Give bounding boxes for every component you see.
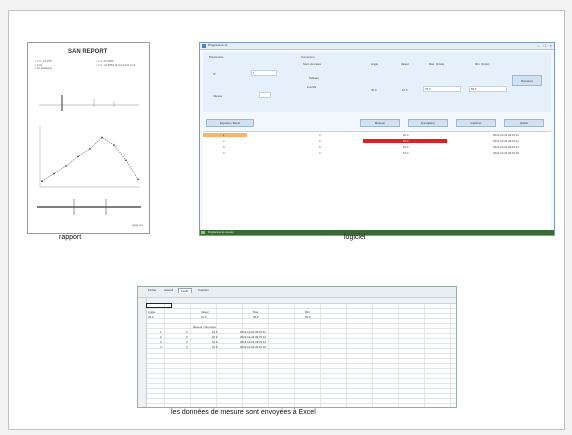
- ribbon-tab[interactable]: Fichier: [146, 288, 158, 292]
- window-titlebar: Programme v1 – □ ×: [200, 43, 554, 50]
- cell[interactable]: 10.0: [201, 315, 206, 319]
- cell[interactable]: Max: [253, 310, 258, 314]
- cell[interactable]: 2: [160, 335, 162, 339]
- cell[interactable]: Min: [305, 310, 310, 314]
- data-point: [113, 144, 115, 146]
- channel-cell: 3: [319, 151, 321, 155]
- time-cell: 2013-10-24 09:15:15: [493, 151, 519, 155]
- tab-sheet[interactable]: Feuil1: [178, 288, 192, 293]
- field-label: N°: [213, 72, 217, 76]
- row-headers: [138, 298, 147, 407]
- quit-button[interactable]: Quitter: [504, 119, 544, 127]
- report-info-left: • Y-1 : 21.075 • 1:10 • 10.10/ab/eg: [35, 59, 52, 71]
- settings-panel: Paramètres N° 1 Vitesse Connexion Sans d…: [203, 52, 551, 112]
- cell[interactable]: Valeur: [201, 310, 209, 314]
- caption-excel: les données de mesure sont envoyées à Ex…: [171, 409, 316, 416]
- cell[interactable]: 1: [160, 330, 162, 334]
- cell[interactable]: 4: [160, 345, 162, 349]
- cell[interactable]: Mesure / Données: [193, 325, 216, 329]
- cell[interactable]: 3: [186, 345, 188, 349]
- cell[interactable]: 3: [186, 330, 188, 334]
- cell[interactable]: 3: [186, 340, 188, 344]
- series-line: [41, 137, 139, 182]
- data-point: [53, 172, 55, 175]
- export-excel-button[interactable]: Exporter / Excel: [206, 119, 254, 127]
- cell[interactable]: 3: [160, 340, 162, 344]
- start-button[interactable]: [201, 231, 205, 234]
- cell[interactable]: 2013-10-24 09:15:12: [240, 335, 266, 339]
- column-header: Angle: [371, 62, 379, 66]
- cell[interactable]: 55.0: [305, 315, 310, 319]
- field-label: Vitesse: [213, 94, 223, 98]
- radio-option[interactable]: Sans données: [303, 62, 321, 66]
- report-info-right: • Y-1: 47.9393 • Y-1 : 11.6553 (3.0,4.0,…: [96, 59, 136, 67]
- ribbon-tab[interactable]: Accueil: [162, 288, 175, 292]
- group-label: Paramètres: [209, 55, 224, 59]
- report-page-number: page 1/1: [132, 223, 143, 227]
- table-row[interactable]: 4 3 10.0 2013-10-24 09:15:15: [203, 150, 551, 156]
- radio-option[interactable]: Tableau: [309, 76, 319, 80]
- data-point: [137, 178, 139, 181]
- cell[interactable]: 10.0: [212, 345, 217, 349]
- caption-software: logiciel: [344, 234, 366, 241]
- data-point: [65, 165, 67, 167]
- maximize-icon[interactable]: □: [544, 43, 546, 48]
- cell[interactable]: 10.0: [212, 335, 217, 339]
- data-point: [77, 155, 79, 158]
- caption-report: rapport: [59, 234, 82, 241]
- cell[interactable]: 3: [186, 335, 188, 339]
- number-field[interactable]: 1: [251, 70, 277, 76]
- speed-field[interactable]: [259, 92, 271, 98]
- cell[interactable]: 35.0: [253, 315, 258, 319]
- cell[interactable]: 2013-10-24 09:15:14: [240, 340, 266, 344]
- cell[interactable]: 10.0: [212, 330, 217, 334]
- column-header: Min. (limite): [475, 62, 490, 66]
- report-angle-diagram: [39, 95, 139, 111]
- app-icon: [202, 44, 206, 48]
- start-button[interactable]: Démarrer: [512, 75, 542, 86]
- measure-button[interactable]: Mesurer: [360, 119, 400, 127]
- cell[interactable]: 10.0: [212, 340, 217, 344]
- column-header: Valeur: [401, 62, 409, 66]
- group-label: Connexion: [301, 55, 315, 59]
- data-point: [125, 159, 127, 162]
- selected-cell[interactable]: [146, 303, 172, 308]
- data-point: [41, 180, 43, 183]
- max-limit-input[interactable]: 35.0: [423, 86, 461, 92]
- taskbar-item[interactable]: Programme de mesure: [208, 231, 234, 234]
- row-selection-highlight: [203, 133, 247, 137]
- cell[interactable]: 2013-10-24 09:15:15: [240, 345, 266, 349]
- column-headers: [138, 298, 456, 304]
- spreadsheet-grid[interactable]: [138, 298, 456, 407]
- report-line-chart: [39, 126, 140, 188]
- cell[interactable]: 2013-10-24 09:15:11: [240, 330, 266, 334]
- value-readout: 45.0: [371, 88, 377, 92]
- value-cell: 10.0: [403, 151, 409, 155]
- data-point: [89, 148, 91, 150]
- value-readout: 10.0: [402, 88, 408, 92]
- min-limit-input[interactable]: 55.0: [469, 86, 507, 92]
- measurement-table: 1 3 10.0 2013-10-24 09:15:11 2 3 10.0 20…: [203, 131, 551, 232]
- ribbon-tab[interactable]: Insertion: [196, 288, 211, 292]
- excel-ribbon: Fichier Accueil Feuil1 Insertion: [138, 287, 456, 298]
- minimize-icon[interactable]: –: [538, 43, 540, 48]
- report-bottom-scale: [37, 199, 141, 215]
- report-title: SAN REPORT: [68, 49, 108, 55]
- close-icon[interactable]: ×: [550, 43, 552, 48]
- cell[interactable]: 45.0: [148, 315, 153, 319]
- report-info-line: • 10.10/ab/eg: [35, 66, 52, 71]
- row-number: 4: [223, 151, 225, 155]
- radio-option[interactable]: ● Actifs: [307, 85, 316, 89]
- window-title: Programme v1: [208, 43, 228, 47]
- column-header: Max. (limite): [429, 62, 445, 66]
- taskbar: Programme de mesure: [200, 230, 554, 235]
- cell[interactable]: Angle: [148, 310, 155, 314]
- report-preview: SAN REPORT • Y-1 : 21.075 • 1:10 • 10.10…: [27, 42, 150, 234]
- software-window: Programme v1 – □ × Paramètres N° 1 Vites…: [199, 42, 555, 236]
- report-info-line: • Y-1 : 11.6553 (3.0,4.0,5.0 mm): [96, 62, 136, 67]
- excel-window: Fichier Accueil Feuil1 Insertion Angle V…: [137, 286, 457, 408]
- save-button[interactable]: Enregistrer: [408, 119, 448, 127]
- print-button[interactable]: Imprimer: [456, 119, 496, 127]
- data-point: [101, 136, 103, 139]
